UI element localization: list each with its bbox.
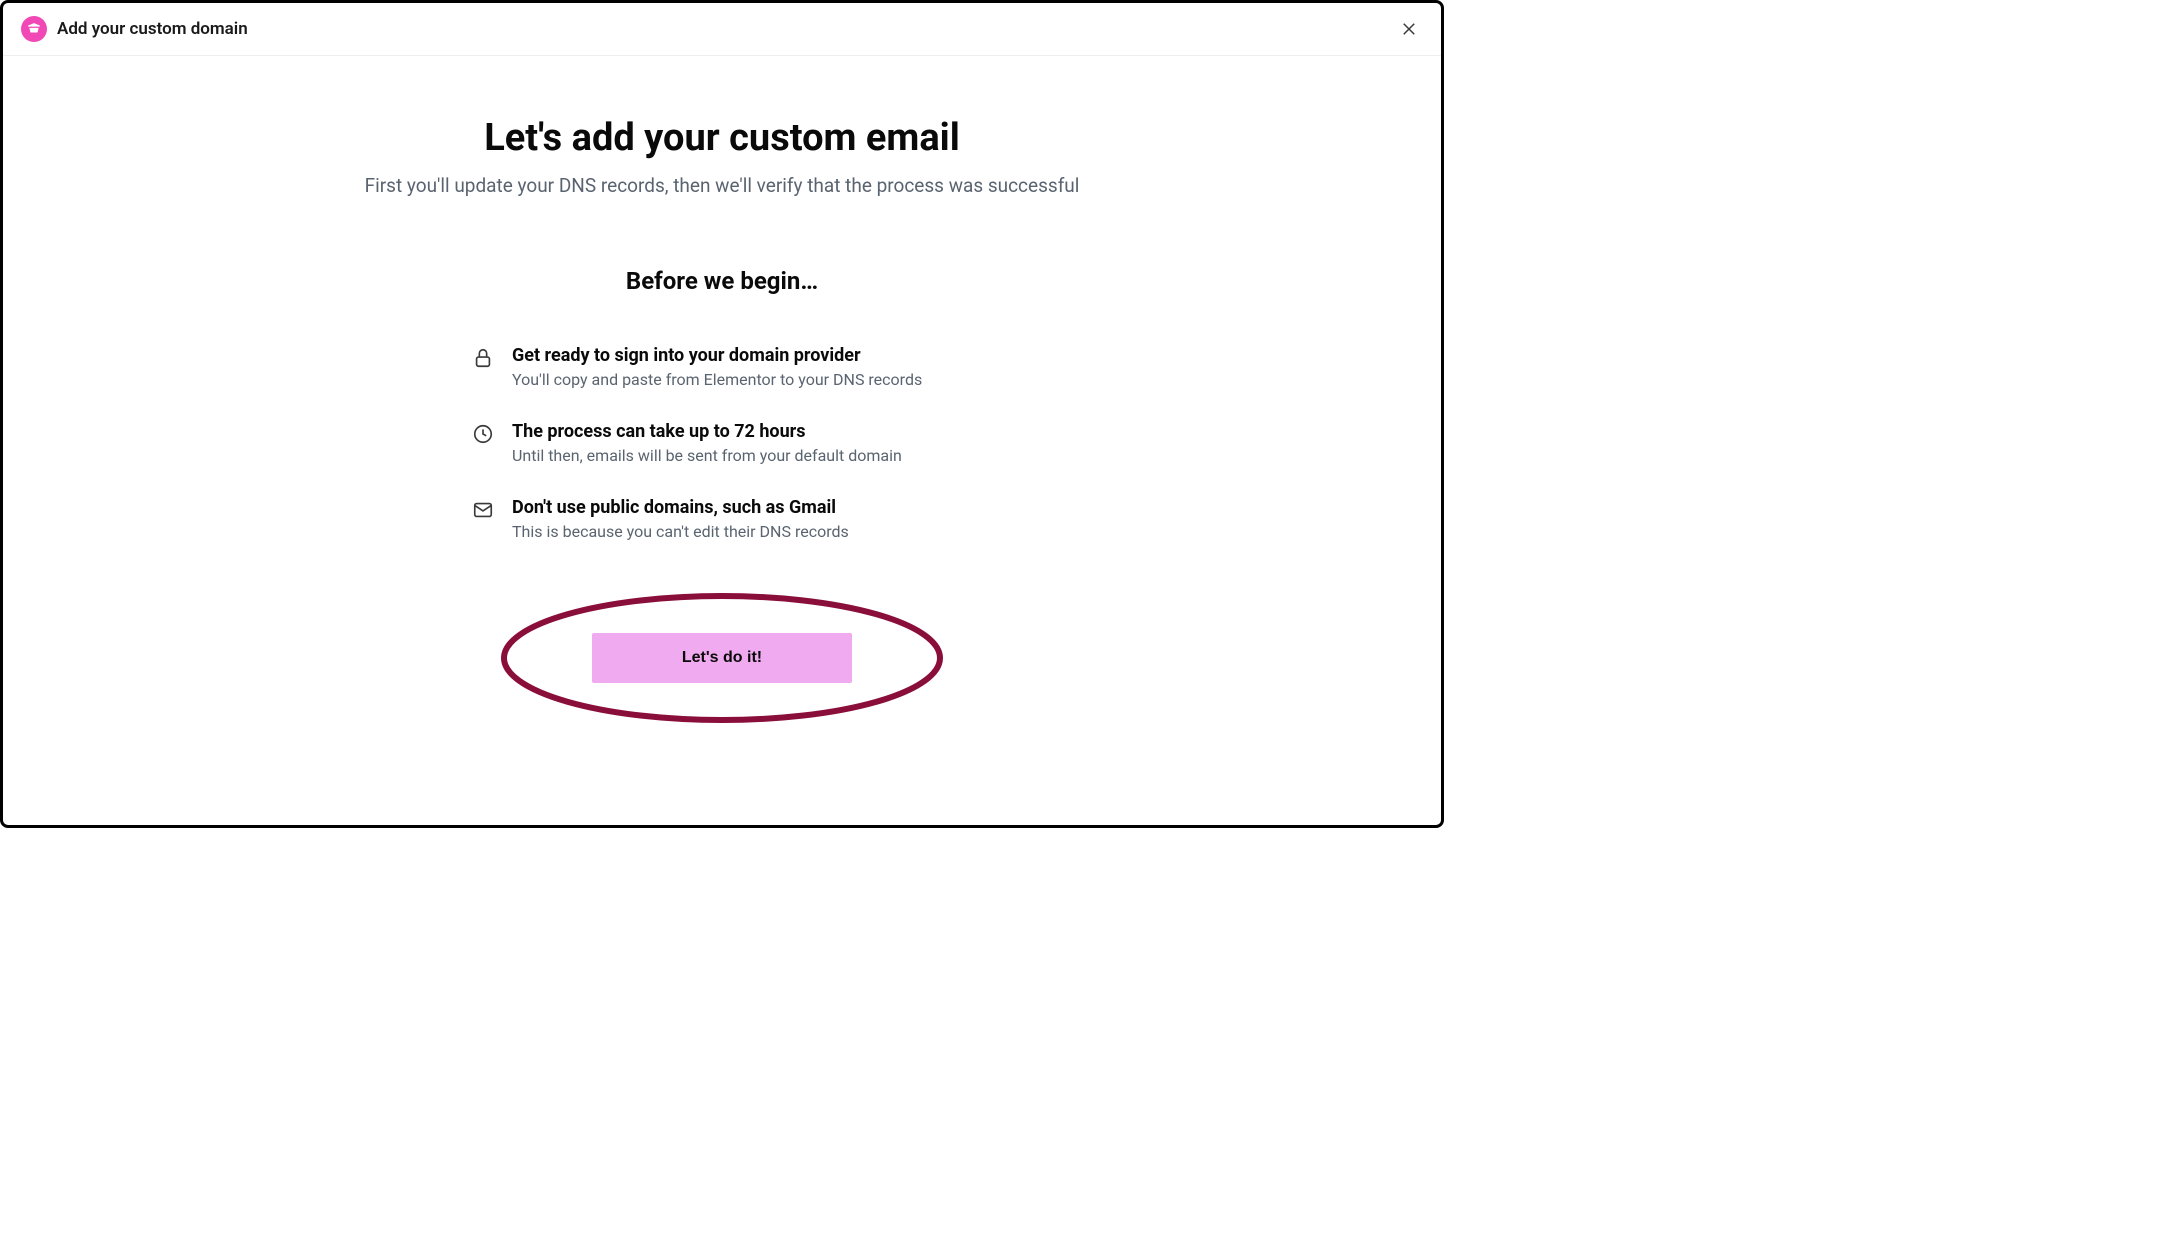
- modal-title: Add your custom domain: [57, 19, 248, 39]
- section-title: Before we begin…: [43, 267, 1401, 295]
- close-button[interactable]: [1395, 15, 1423, 43]
- checklist-item-description: Until then, emails will be sent from you…: [512, 446, 972, 465]
- close-icon: [1400, 20, 1418, 38]
- page-subtitle: First you'll update your DNS records, th…: [43, 174, 1401, 197]
- checklist-item-title: Get ready to sign into your domain provi…: [512, 345, 972, 366]
- clock-icon: [472, 423, 494, 445]
- checklist-text: Get ready to sign into your domain provi…: [512, 345, 972, 389]
- brand-icon: [21, 16, 47, 42]
- checklist: Get ready to sign into your domain provi…: [472, 345, 972, 541]
- checklist-text: The process can take up to 72 hours Unti…: [512, 421, 972, 465]
- checklist-item: The process can take up to 72 hours Unti…: [472, 421, 972, 465]
- checklist-item: Get ready to sign into your domain provi…: [472, 345, 972, 389]
- page-title: Let's add your custom email: [43, 116, 1401, 160]
- lock-icon: [472, 347, 494, 369]
- checklist-text: Don't use public domains, such as Gmail …: [512, 497, 972, 541]
- cta-wrapper: Let's do it!: [592, 633, 852, 683]
- checklist-item-description: This is because you can't edit their DNS…: [512, 522, 972, 541]
- modal-header: Add your custom domain: [3, 3, 1441, 56]
- modal-content: Let's add your custom email First you'll…: [3, 56, 1441, 723]
- lets-do-it-button[interactable]: Let's do it!: [592, 633, 852, 683]
- header-left: Add your custom domain: [21, 16, 248, 42]
- checklist-item-title: The process can take up to 72 hours: [512, 421, 972, 442]
- mail-icon: [472, 499, 494, 521]
- checklist-item: Don't use public domains, such as Gmail …: [472, 497, 972, 541]
- checklist-item-description: You'll copy and paste from Elementor to …: [512, 370, 972, 389]
- checklist-item-title: Don't use public domains, such as Gmail: [512, 497, 972, 518]
